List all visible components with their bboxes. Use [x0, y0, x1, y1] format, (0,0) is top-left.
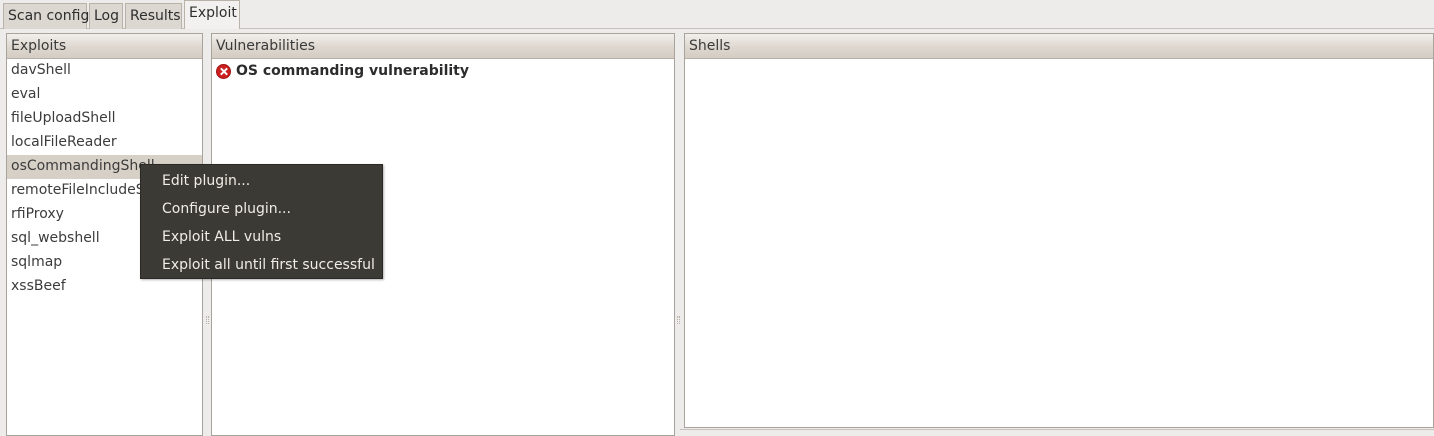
menu-item-exploit-all-vulns[interactable]: Exploit ALL vulns — [141, 223, 382, 251]
list-item[interactable]: fileUploadShell — [7, 107, 202, 131]
menu-item-exploit-until-success[interactable]: Exploit all until first successful — [141, 251, 382, 279]
menu-item-configure-plugin[interactable]: Configure plugin... — [141, 195, 382, 223]
shells-panel-header[interactable]: Shells — [685, 34, 1433, 59]
vulnerability-row[interactable]: OS commanding vulnerability — [212, 59, 674, 83]
pane-resize-handle[interactable] — [677, 316, 680, 324]
tab-results[interactable]: Results — [125, 3, 182, 29]
vulnerabilities-panel-header[interactable]: Vulnerabilities — [212, 34, 674, 59]
error-icon — [216, 63, 231, 79]
pane-resize-handle[interactable] — [206, 316, 209, 324]
exploits-panel-header[interactable]: Exploits — [7, 34, 202, 59]
shells-panel: Shells — [684, 33, 1434, 428]
tab-log[interactable]: Log — [89, 3, 123, 29]
list-item[interactable]: localFileReader — [7, 131, 202, 155]
tab-exploit[interactable]: Exploit — [184, 0, 240, 30]
list-item[interactable]: eval — [7, 83, 202, 107]
tab-scan-config[interactable]: Scan config — [3, 3, 89, 29]
list-item[interactable]: davShell — [7, 59, 202, 83]
vulnerability-label: OS commanding vulnerability — [236, 62, 469, 79]
menu-item-edit-plugin[interactable]: Edit plugin... — [141, 167, 382, 195]
context-menu: Edit plugin... Configure plugin... Explo… — [140, 164, 383, 279]
status-strip — [680, 429, 1434, 436]
tab-bar: Scan config Log Results Exploit — [0, 0, 1434, 30]
